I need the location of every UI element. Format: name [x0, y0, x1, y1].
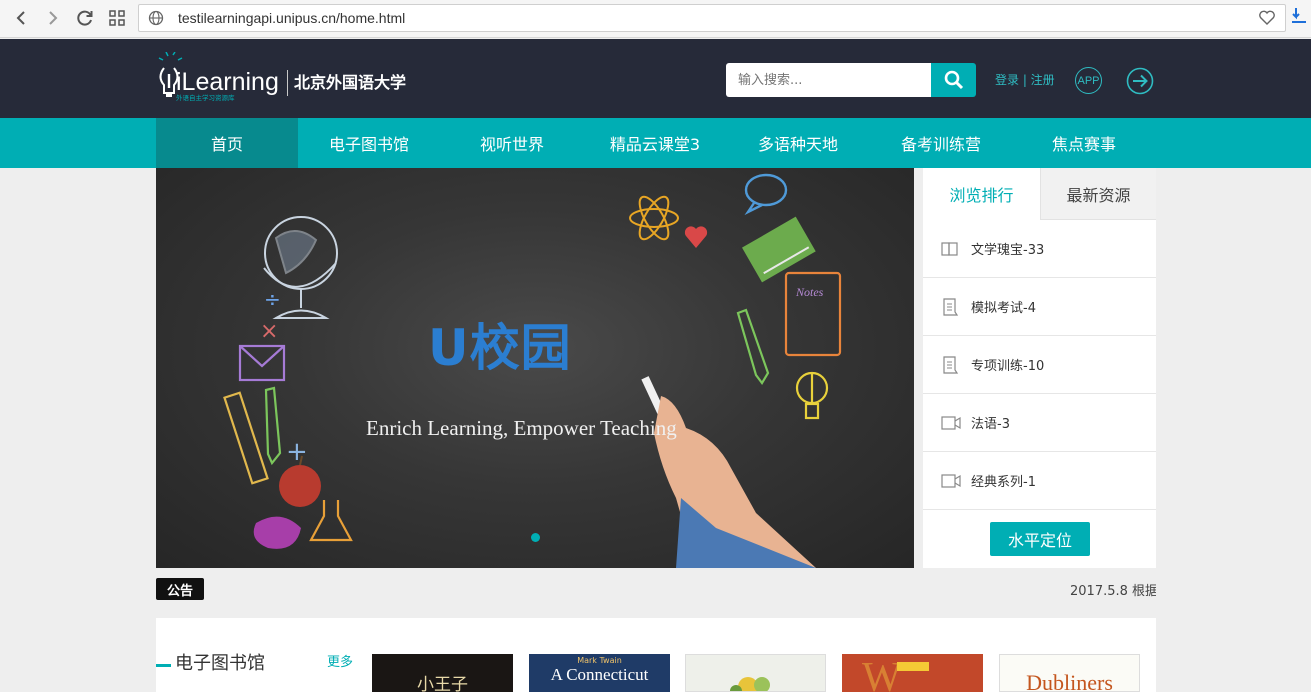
book-cover[interactable]: Mark Twain A Connecticut — [529, 654, 670, 692]
nav-focus-events[interactable]: 焦点赛事 — [1013, 118, 1155, 168]
envelope-doodle — [238, 344, 286, 382]
svg-text:×: × — [260, 319, 278, 344]
book-cover-author: Mark Twain — [577, 656, 622, 665]
ranking-item-label: 文学瑰宝-33 — [971, 243, 1045, 258]
video-icon — [941, 414, 961, 432]
nav-home[interactable]: 首页 — [156, 118, 298, 168]
ranking-item-label: 法语-3 — [971, 417, 1010, 432]
ebook-library-section: 电子图书馆 更多 小王子 Mark Twain A Connecticut W … — [156, 618, 1156, 692]
forward-arrow-icon — [49, 11, 58, 25]
notice-badge: 公告 — [156, 578, 204, 600]
speech-bubble-doodle — [744, 173, 788, 216]
ranking-item-label: 经典系列-1 — [971, 475, 1036, 490]
heart-doodle — [684, 226, 708, 248]
ranking-item[interactable]: 法语-3 — [923, 394, 1156, 452]
video-icon — [941, 472, 961, 490]
svg-text:+: + — [286, 437, 308, 467]
ranking-item-label: 模拟考试-4 — [971, 301, 1036, 316]
banner-slogan: Enrich Learning, Empower Teaching — [366, 416, 677, 440]
back-button[interactable] — [8, 6, 34, 30]
document-icon — [941, 297, 961, 316]
pencil-doodle-right — [736, 308, 770, 385]
flower-illustration — [730, 677, 770, 691]
back-arrow-icon — [16, 11, 25, 25]
ranking-item[interactable]: 模拟考试-4 — [923, 278, 1156, 336]
logout-arrow-icon[interactable] — [1126, 67, 1154, 95]
atom-doodle — [629, 195, 679, 241]
ranking-item[interactable]: 经典系列-1 — [923, 452, 1156, 510]
apps-grid-button[interactable] — [104, 6, 130, 30]
level-test-button[interactable]: 水平定位 — [990, 522, 1090, 556]
notice-marquee-text[interactable]: 2017.5.8 根据 — [1070, 580, 1156, 599]
carousel-indicator-dot[interactable] — [531, 533, 540, 542]
search-icon — [944, 70, 963, 90]
site-header: iLearning 外语自主学习资源库 北京外国语大学 登录 | 注册 APP — [0, 39, 1311, 118]
banner-carousel[interactable]: ÷ × + Notes U校园 Enrich Learning, Empower… — [156, 168, 914, 568]
nav-cloud-classroom[interactable]: 精品云课堂3 — [584, 118, 726, 168]
ruler-doodle — [223, 391, 269, 485]
book-cover-title: 小王子 — [417, 675, 468, 692]
more-link[interactable]: 更多 — [327, 651, 353, 670]
main-nav: 首页 电子图书馆 视听世界 精品云课堂3 多语种天地 备考训练营 焦点赛事 — [0, 118, 1311, 168]
nav-audiovisual-world[interactable]: 视听世界 — [441, 118, 583, 168]
university-name: 北京外国语大学 — [294, 73, 407, 92]
login-register-link[interactable]: 登录 | 注册 — [995, 71, 1055, 88]
logo-divider — [287, 70, 288, 96]
book-cover[interactable] — [685, 654, 826, 692]
reload-button[interactable] — [72, 6, 98, 30]
book-cover-title: Dubliners — [1026, 670, 1113, 692]
search-button[interactable] — [931, 63, 976, 97]
browser-toolbar: testilearningapi.unipus.cn/home.html — [0, 0, 1311, 38]
favorite-heart-icon[interactable] — [1258, 10, 1276, 26]
logo-subtext: 外语自主学习资源库 — [176, 93, 235, 102]
nav-multilingual[interactable]: 多语种天地 — [727, 118, 869, 168]
book-icon — [941, 240, 961, 258]
national-geographic-badge — [897, 662, 929, 671]
ranking-item[interactable]: 专项训练-10 — [923, 336, 1156, 394]
nav-ebook-library[interactable]: 电子图书馆 — [298, 118, 440, 168]
url-text: testilearningapi.unipus.cn/home.html — [178, 10, 406, 26]
pencil-doodle-left — [264, 386, 282, 466]
address-bar[interactable]: testilearningapi.unipus.cn/home.html — [138, 4, 1286, 32]
book-cover[interactable]: 小王子 — [372, 654, 513, 692]
splash-doodle — [253, 516, 301, 549]
svg-text:÷: ÷ — [264, 287, 281, 311]
logo-wordmark: iLearning — [176, 68, 279, 96]
grid-icon — [109, 10, 125, 26]
download-icon[interactable] — [1290, 6, 1308, 26]
hand-holding-chalk — [641, 376, 816, 568]
book-cover[interactable]: Dubliners — [999, 654, 1140, 692]
reload-icon — [77, 10, 93, 26]
flask-doodle — [309, 500, 353, 542]
book-cover-title: A Connecticut — [550, 665, 649, 684]
search-input[interactable] — [726, 63, 932, 97]
ranking-item[interactable]: 文学瑰宝-33 — [923, 220, 1156, 278]
ranking-item-label: 专项训练-10 — [971, 359, 1045, 374]
svg-text:Notes: Notes — [795, 285, 824, 299]
lightbulb-doodle — [795, 371, 829, 420]
globe-icon — [148, 10, 164, 26]
forward-button[interactable] — [40, 6, 66, 30]
section-title: 电子图书馆 — [175, 653, 265, 674]
section-accent-bar — [156, 664, 171, 667]
banner-logo: U校园 — [428, 319, 572, 377]
nav-exam-training[interactable]: 备考训练营 — [870, 118, 1012, 168]
ilearning-logo[interactable]: iLearning 外语自主学习资源库 — [154, 52, 284, 102]
document-icon — [941, 355, 961, 374]
tab-browse-ranking[interactable]: 浏览排行 — [923, 168, 1040, 220]
tab-latest-resources[interactable]: 最新资源 — [1040, 168, 1156, 220]
ranking-panel: 浏览排行 最新资源 文学瑰宝-33 模拟考试-4 专项训练-10 法语-3 经典… — [923, 168, 1156, 568]
book-cover[interactable]: W — [842, 654, 983, 692]
book-cover-title: W — [862, 655, 902, 692]
app-download-icon[interactable]: APP — [1075, 67, 1102, 94]
